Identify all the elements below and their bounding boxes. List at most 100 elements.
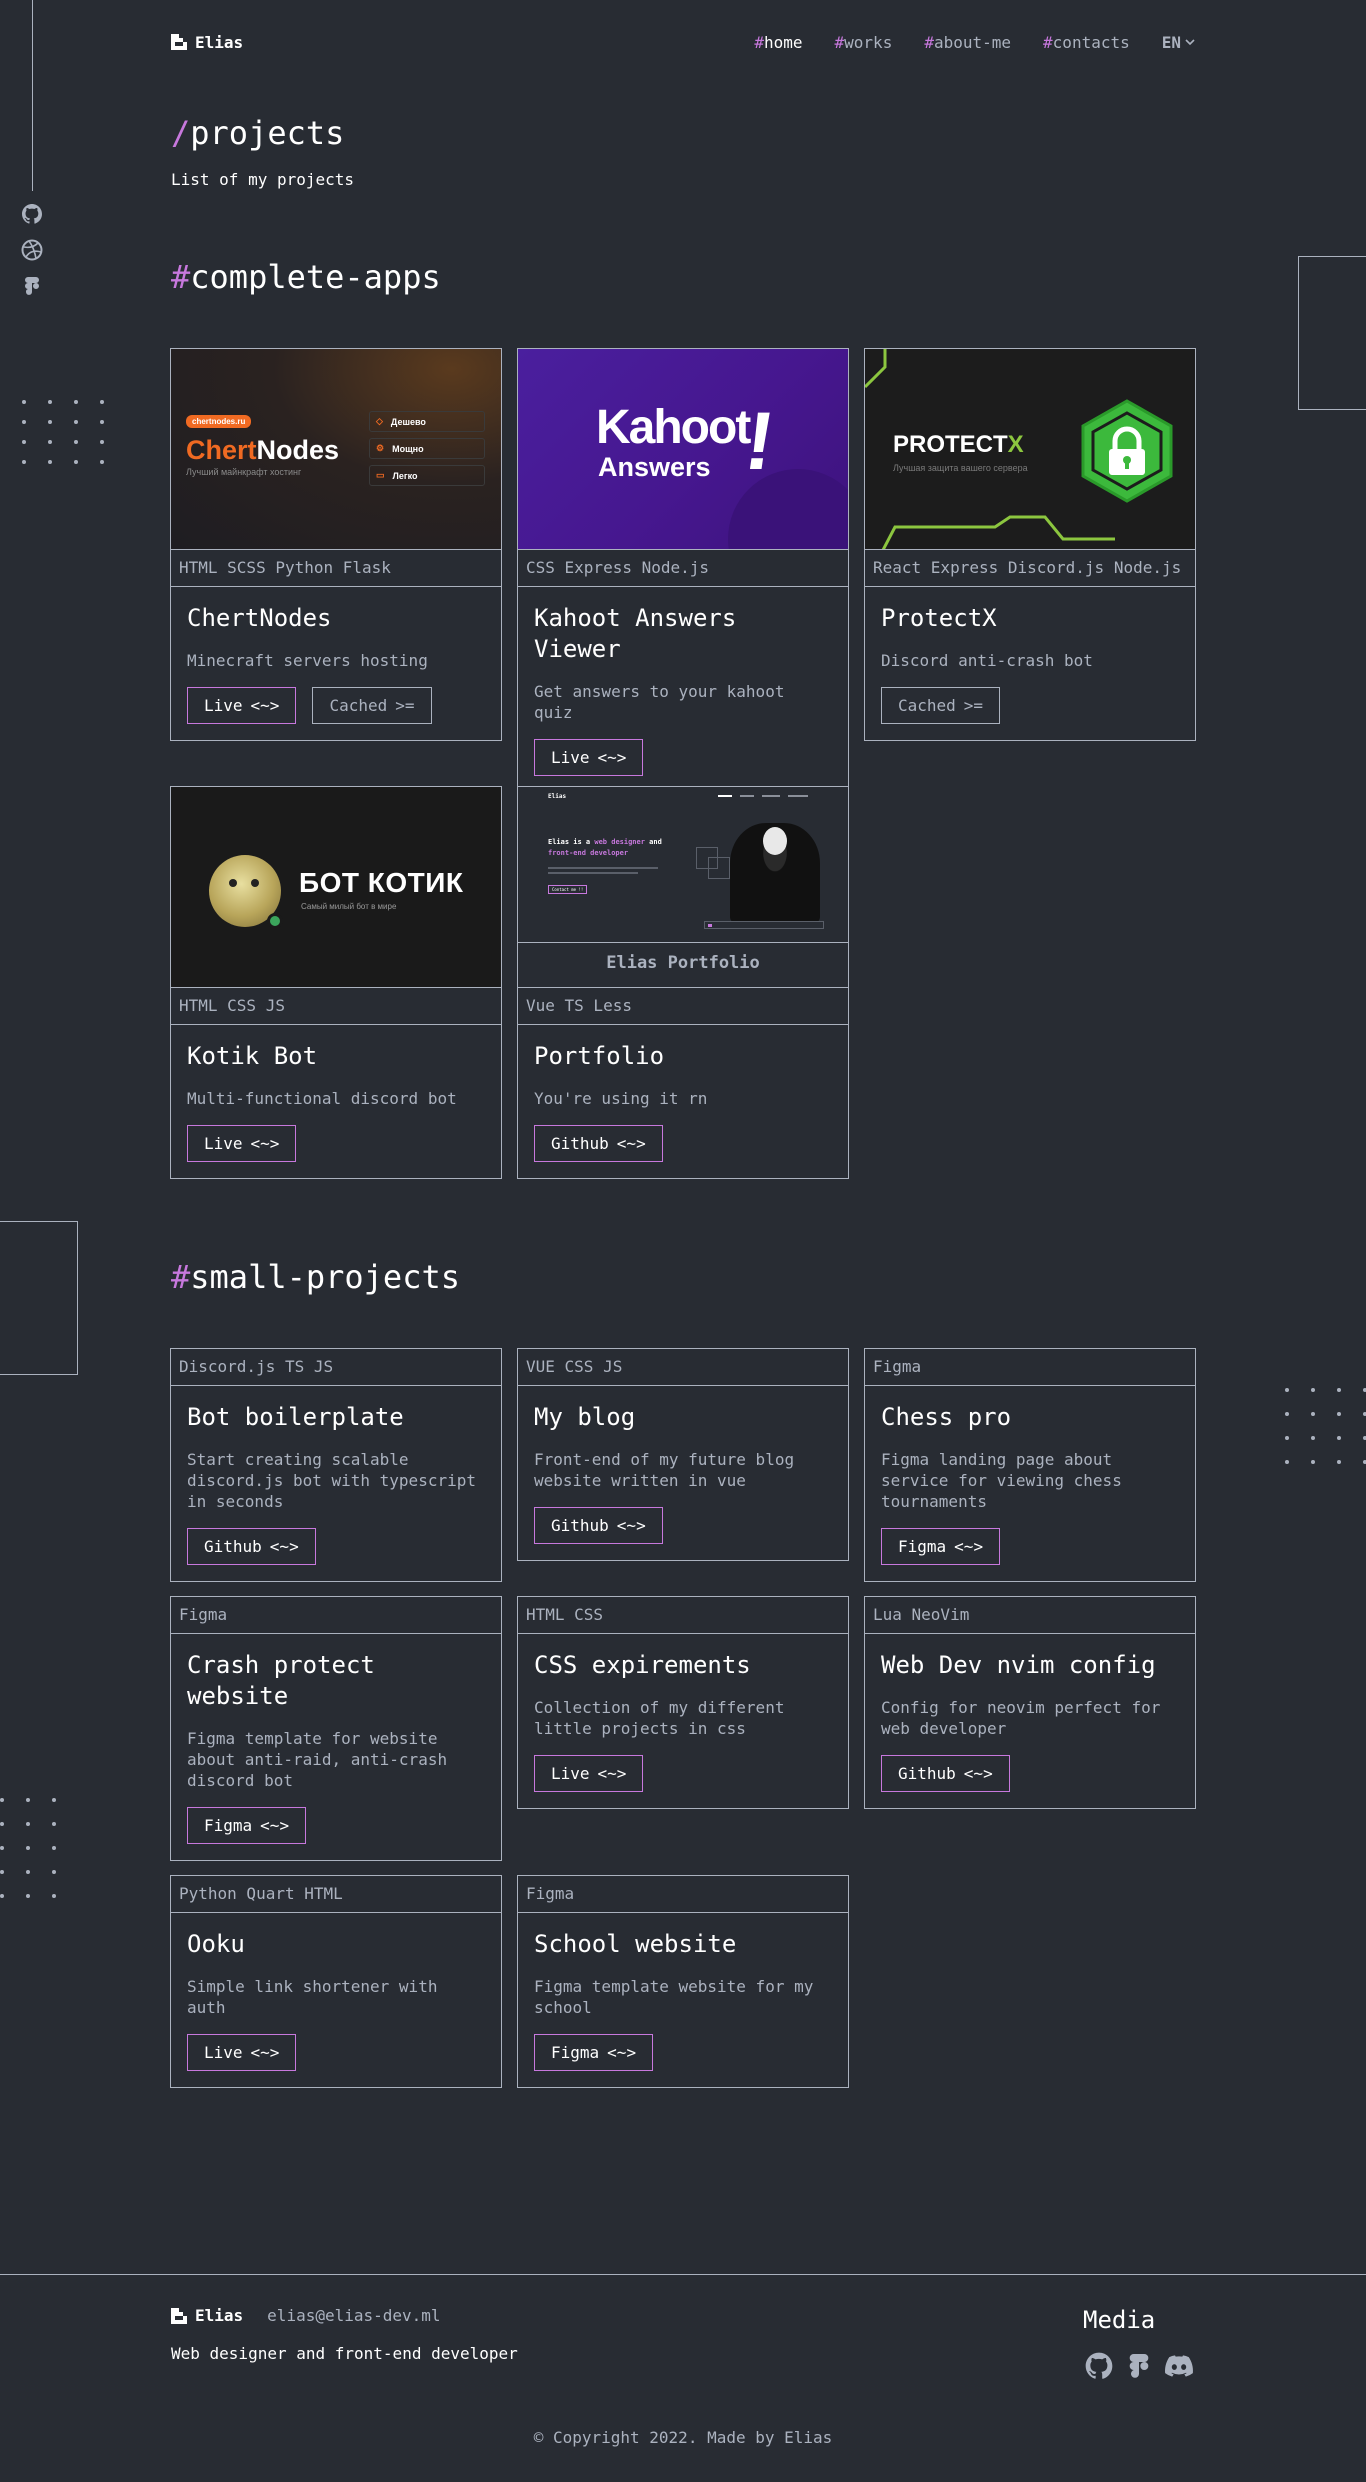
github-button[interactable]: Github <~> — [187, 1528, 316, 1565]
project-name: School website — [534, 1930, 737, 1958]
discord-icon[interactable] — [1163, 2350, 1195, 2382]
thumb-title: Kahoot — [596, 401, 751, 454]
dribbble-icon[interactable] — [20, 238, 44, 262]
live-arrow-icon: <~> — [250, 696, 280, 715]
footer-email[interactable]: elias@elias-dev.ml — [267, 2306, 440, 2325]
side-media — [20, 202, 44, 298]
project-thumbnail: БОТ КОТИК Самый милый бот в мире — [171, 787, 501, 988]
main-nav: #home #works #about-me #contacts EN — [754, 33, 1195, 52]
live-button[interactable]: Live <~> — [534, 739, 644, 776]
page-title: /projects — [171, 114, 345, 152]
project-tech: React Express Discord.js Node.js — [865, 550, 1195, 587]
nav-contacts[interactable]: #contacts — [1043, 33, 1130, 52]
project-thumbnail: Kahoot Answers ! — [518, 349, 848, 550]
project-desc: Simple link shortener with auth — [187, 1977, 438, 2017]
thumb-features: ◇ Дешево ⚙ Мощно ▭ Легко — [369, 411, 485, 486]
project-tech: Vue TS Less — [518, 988, 848, 1025]
live-button[interactable]: Live <~> — [187, 2034, 297, 2071]
live-arrow-icon: <~> — [616, 1134, 646, 1153]
project-tech: HTML CSS — [518, 1597, 848, 1634]
project-card: Kahoot Answers ! CSS Express Node.js Kah… — [517, 348, 849, 793]
live-arrow-icon: <~> — [250, 2043, 280, 2062]
figma-icon[interactable] — [20, 274, 44, 298]
project-card: Elias Elias is a web designer and front-e… — [517, 786, 849, 1179]
project-desc: Multi-functional discord bot — [187, 1089, 457, 1108]
thumb-tagline: Лучший майнкрафт хостинг — [186, 467, 302, 477]
project-name: Web Dev nvim config — [881, 1651, 1156, 1679]
dots-decoration — [22, 400, 104, 464]
github-button[interactable]: Github <~> — [534, 1125, 663, 1162]
thumb-subtitle: Answers — [598, 452, 711, 482]
live-arrow-icon: <~> — [250, 1134, 280, 1153]
project-desc: Figma template for website about anti-ra… — [187, 1729, 448, 1790]
footer-divider — [0, 2274, 1366, 2275]
small-project-card: VUE CSS JS My blog Front-end of my futur… — [517, 1348, 849, 1561]
github-icon[interactable] — [20, 202, 44, 226]
rect-decoration — [0, 1221, 78, 1375]
project-name: Bot boilerplate — [187, 1403, 404, 1431]
header: Elias #home #works #about-me #contacts E… — [171, 30, 1195, 54]
side-line — [32, 0, 33, 191]
live-arrow-icon: <~> — [597, 748, 627, 767]
small-project-card: Lua NeoVim Web Dev nvim config Config fo… — [864, 1596, 1196, 1809]
logo-icon — [171, 2307, 187, 2324]
small-project-card: Figma Chess pro Figma landing page about… — [864, 1348, 1196, 1582]
github-button[interactable]: Github <~> — [881, 1755, 1010, 1792]
nav-about-me[interactable]: #about-me — [924, 33, 1011, 52]
cached-button[interactable]: Cached >= — [881, 687, 1001, 724]
section-title-complete-apps: #complete-apps — [171, 258, 441, 296]
nav-home[interactable]: #home — [754, 33, 802, 52]
project-desc: Get answers to your kahoot quiz — [534, 682, 785, 722]
section-title-small-projects: #small-projects — [171, 1258, 460, 1296]
project-name: Chess pro — [881, 1403, 1012, 1431]
github-button[interactable]: Github <~> — [534, 1507, 663, 1544]
project-name: Portfolio — [534, 1042, 665, 1070]
logo-text: Elias — [195, 32, 244, 52]
project-tech: Figma — [171, 1597, 501, 1634]
lock-icon — [1081, 399, 1173, 503]
project-desc: Start creating scalable discord.js bot w… — [187, 1450, 476, 1511]
project-name: ChertNodes — [187, 604, 332, 632]
live-button[interactable]: Live <~> — [534, 1755, 644, 1792]
figma-icon[interactable] — [1123, 2350, 1155, 2382]
cached-button[interactable]: Cached >= — [312, 687, 432, 724]
cached-icon: >= — [963, 696, 984, 715]
project-card: chertnodes.ru ChertNodes Лучший майнкраф… — [170, 348, 502, 741]
project-desc: Figma landing page about service for vie… — [881, 1450, 1122, 1511]
live-button[interactable]: Live <~> — [187, 687, 297, 724]
project-name: ProtectX — [881, 604, 997, 632]
figma-button[interactable]: Figma <~> — [187, 1807, 307, 1844]
language-label: EN — [1161, 32, 1181, 52]
portfolio-preview: Elias Elias is a web designer and front-e… — [518, 787, 848, 943]
language-select[interactable]: EN — [1162, 33, 1195, 52]
project-thumbnail: Elias Elias is a web designer and front-e… — [518, 787, 848, 988]
copyright: © Copyright 2022. Made by Elias — [533, 2428, 833, 2447]
nav-works[interactable]: #works — [835, 33, 893, 52]
footer-logo[interactable]: Elias — [171, 2306, 243, 2325]
figma-button[interactable]: Figma <~> — [881, 1528, 1001, 1565]
project-name: Crash protect website — [187, 1651, 375, 1710]
live-arrow-icon: <~> — [954, 1537, 984, 1556]
live-button[interactable]: Live <~> — [187, 1125, 297, 1162]
live-arrow-icon: <~> — [269, 1537, 299, 1556]
logo[interactable]: Elias — [171, 33, 243, 52]
thumb-title: PROTECTX — [893, 431, 1024, 458]
small-project-card: Figma School website Figma template webs… — [517, 1875, 849, 2088]
project-card: PROTECTX Лучшая защита вашего сервера Re… — [864, 348, 1196, 741]
project-thumbnail: PROTECTX Лучшая защита вашего сервера — [865, 349, 1195, 550]
project-tech: Discord.js TS JS — [171, 1349, 501, 1386]
project-desc: Collection of my different little projec… — [534, 1698, 785, 1738]
chevron-down-icon — [1185, 39, 1195, 46]
thumb-tagline: Лучшая защита вашего сервера — [893, 463, 1028, 473]
dots-decoration — [1285, 1388, 1366, 1464]
footer-media-title: Media — [1083, 2306, 1156, 2334]
footer-brand: Elias elias@elias-dev.ml — [171, 2306, 441, 2325]
footer-role: Web designer and front-end developer — [171, 2344, 518, 2363]
github-icon[interactable] — [1083, 2350, 1115, 2382]
project-desc: Front-end of my future blog website writ… — [534, 1450, 795, 1490]
thumb-badge: chertnodes.ru — [186, 415, 252, 428]
small-project-card: Discord.js TS JS Bot boilerplate Start c… — [170, 1348, 502, 1582]
project-tech: VUE CSS JS — [518, 1349, 848, 1386]
page-subtitle: List of my projects — [171, 170, 355, 189]
figma-button[interactable]: Figma <~> — [534, 2034, 654, 2071]
